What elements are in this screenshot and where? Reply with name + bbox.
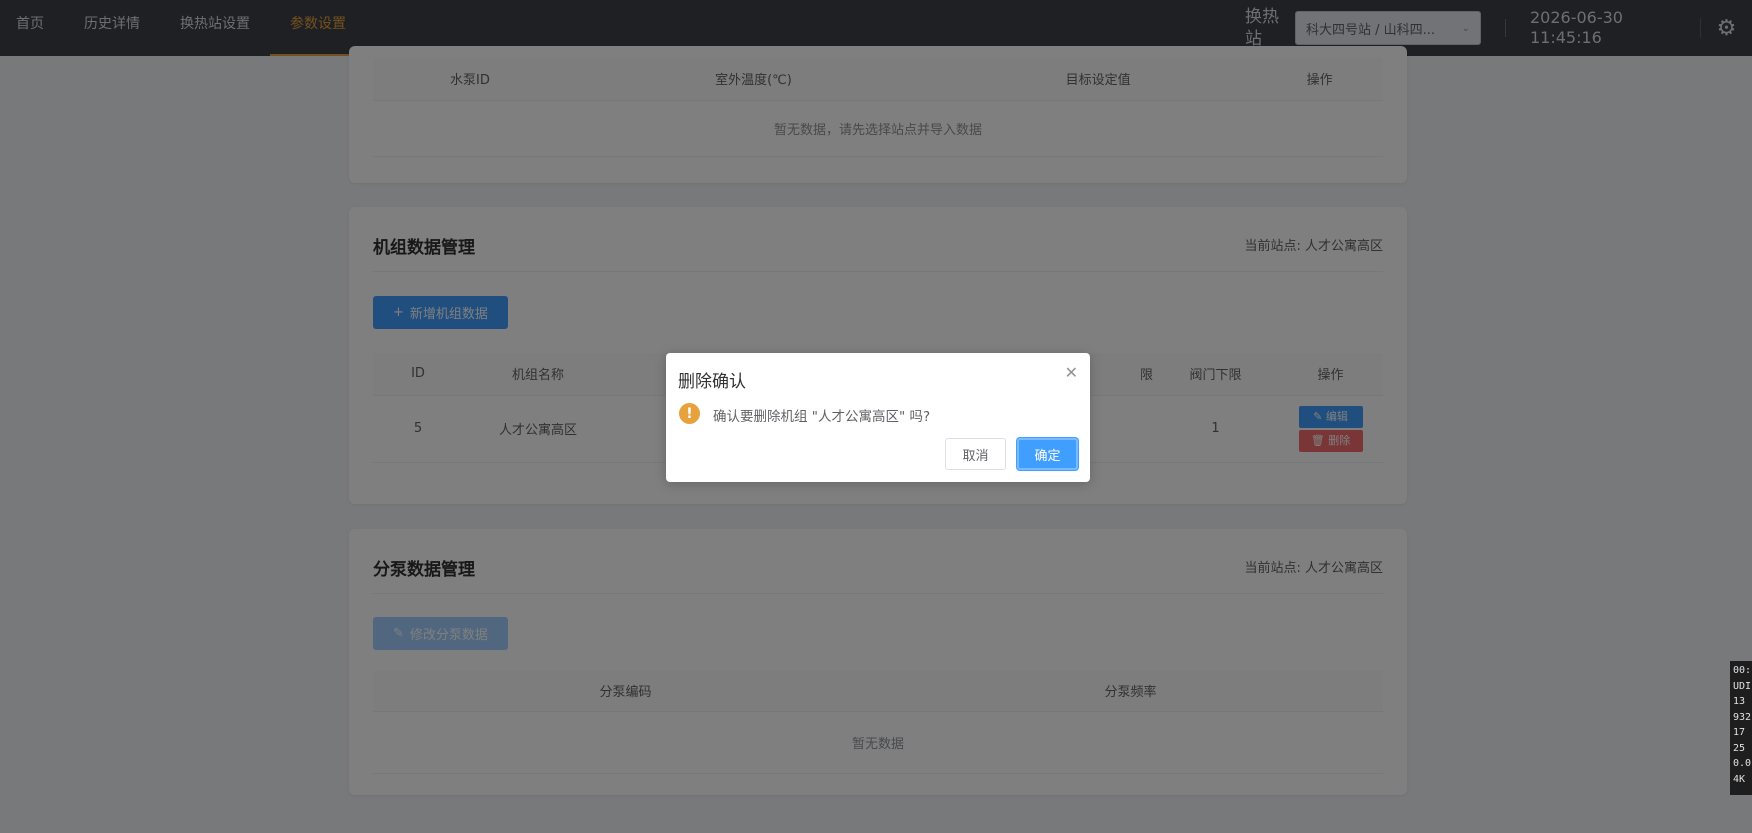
debug-line: 0.0 [1733,758,1752,769]
dialog-title: 删除确认 [678,372,746,392]
debug-line: 13 [1733,696,1746,707]
debug-line: UDI [1733,680,1752,692]
debug-line: 00: [1733,665,1752,676]
debug-line: 17 [1733,727,1746,738]
confirm-button[interactable]: 确定 [1017,438,1078,470]
debug-line: 4K [1733,773,1746,785]
delete-confirm-dialog: 删除确认 ✕ ! 确认要删除机组 "人才公寓高区" 吗? 取消 确定 [666,353,1090,482]
debug-overlay: 00: UDI 13 932 17 25 0.0 4K [1730,661,1752,795]
debug-line: 25 [1733,742,1746,754]
cancel-button[interactable]: 取消 [945,438,1006,470]
debug-line: 932 [1733,711,1752,723]
dialog-message: 确认要删除机组 "人才公寓高区" 吗? [713,409,931,425]
warning-icon: ! [679,403,700,424]
close-icon[interactable]: ✕ [1065,363,1078,382]
